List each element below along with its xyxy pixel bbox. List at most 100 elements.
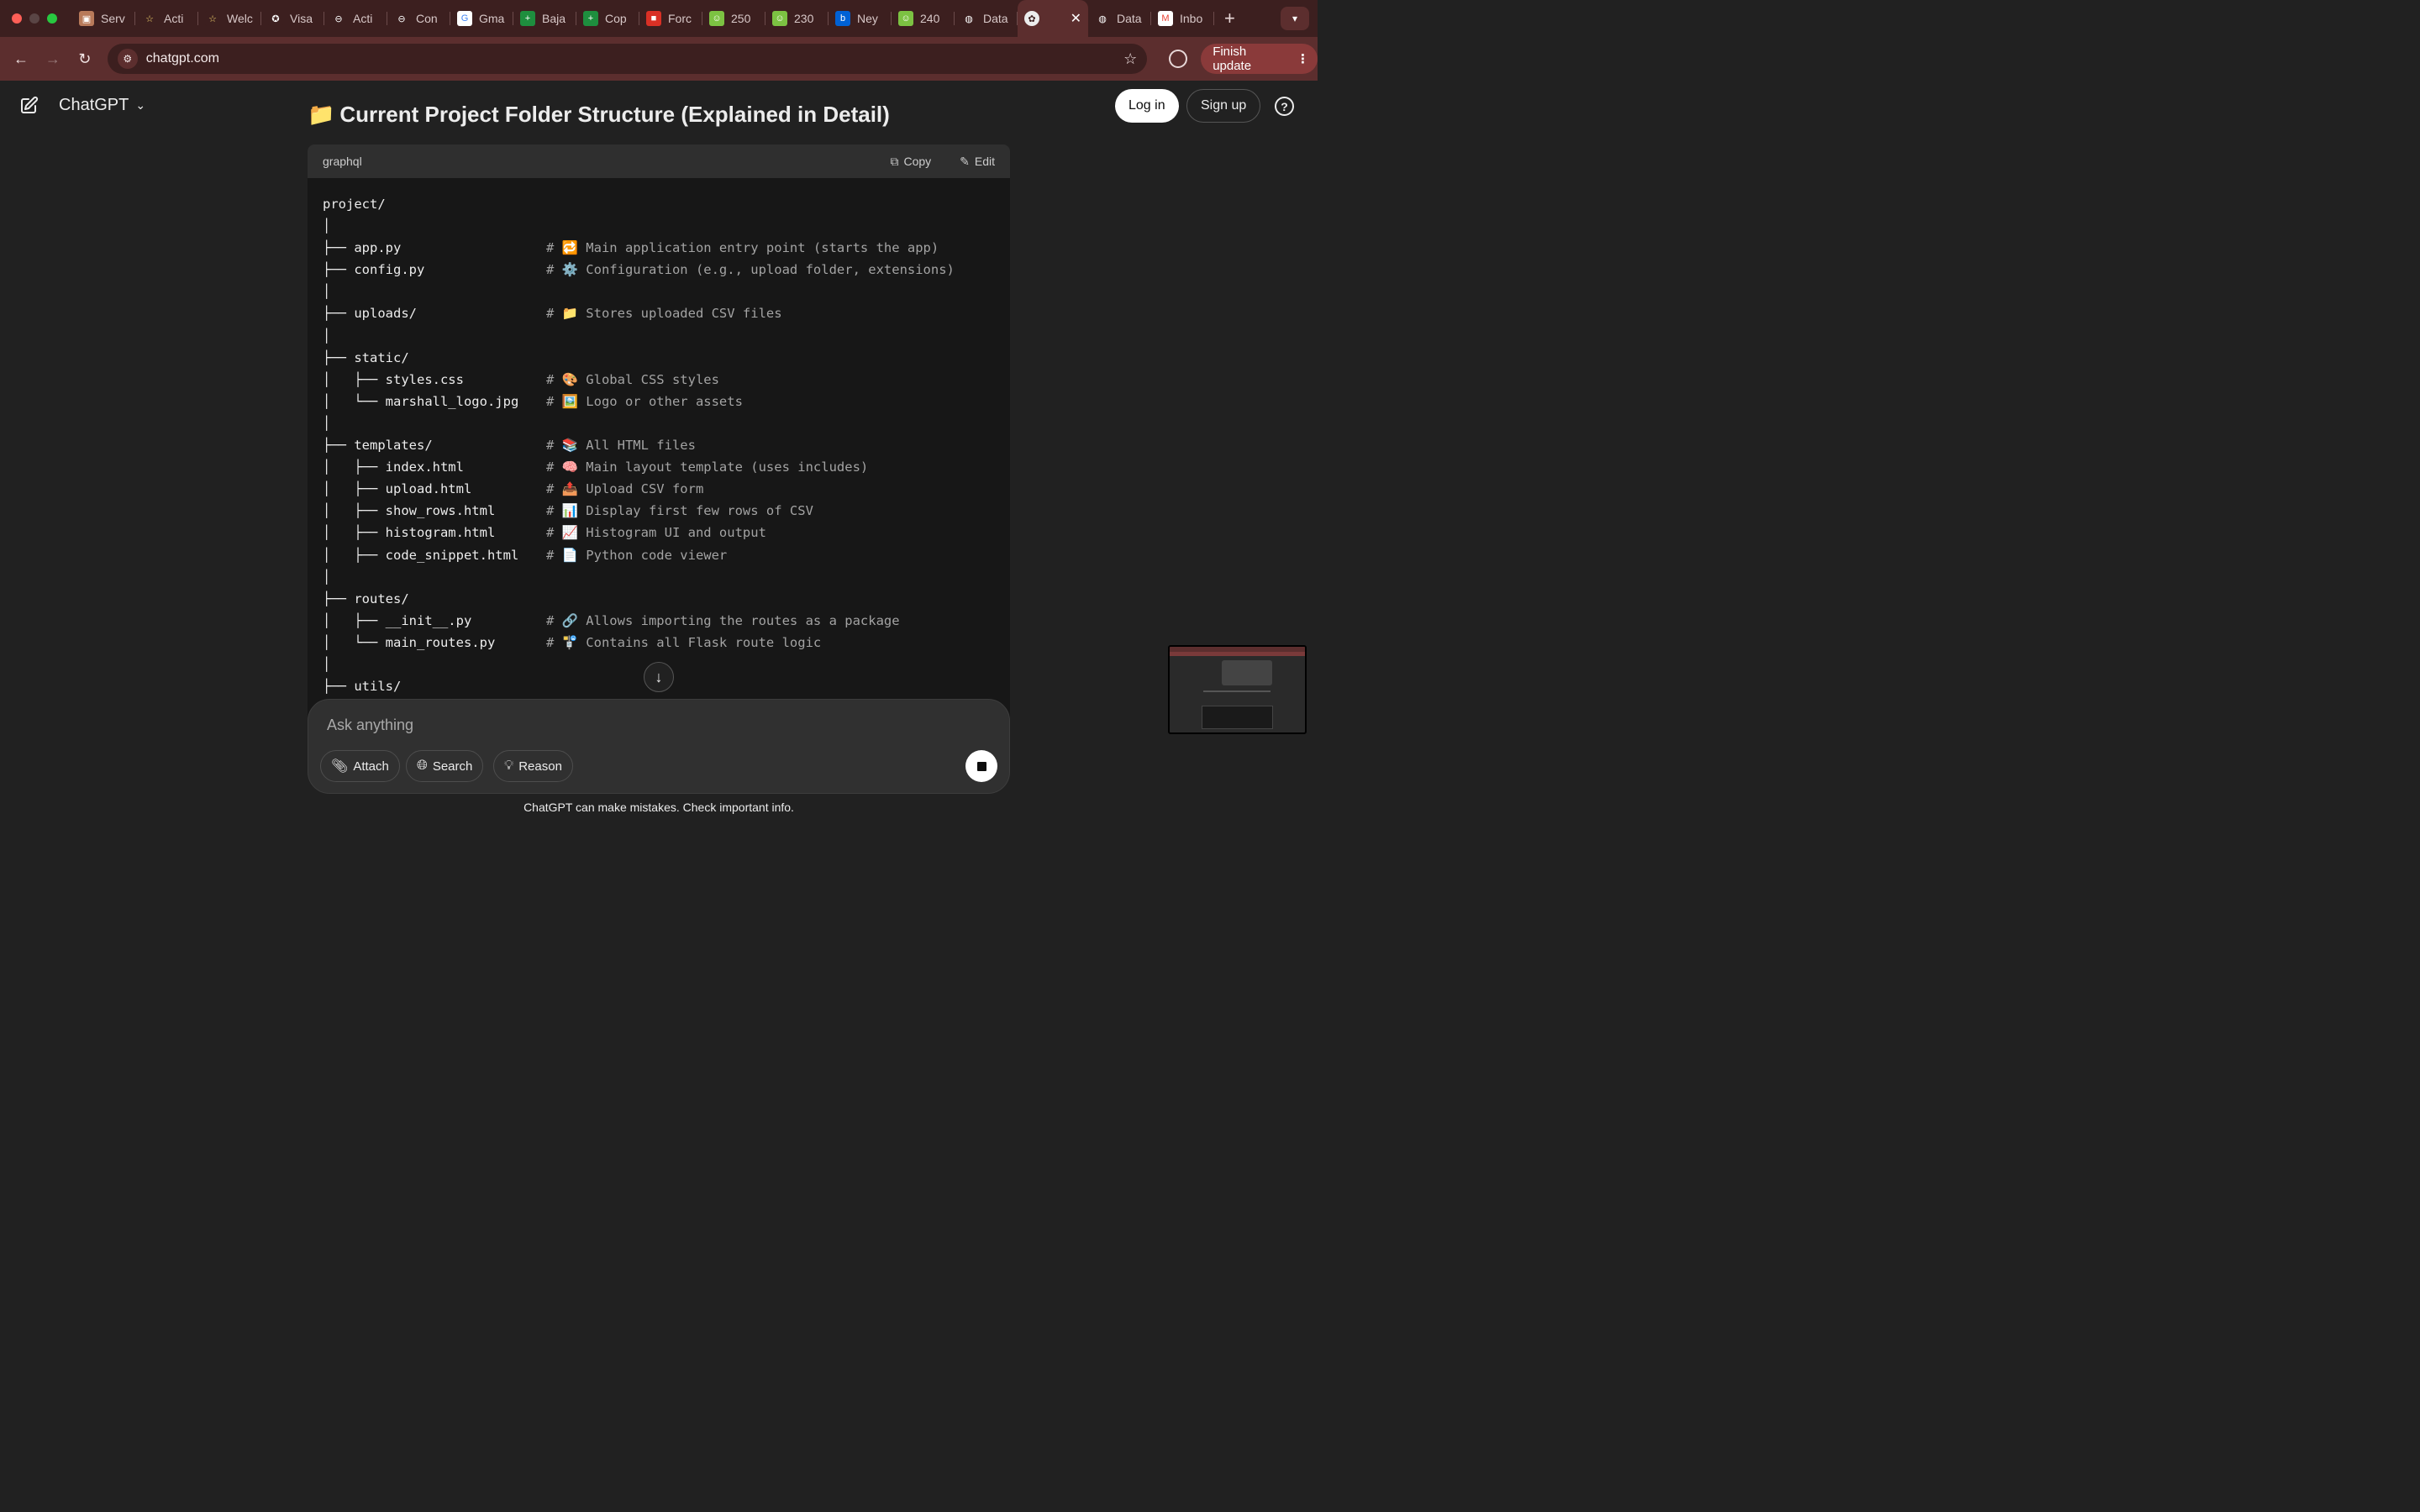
bookmark-star-icon[interactable]: ☆ [1123,50,1137,68]
maximize-window-button[interactable] [47,13,57,24]
address-bar[interactable]: ⚙ chatgpt.com ☆ [107,44,1148,74]
model-name: ChatGPT [59,96,129,114]
code-line: │ ├── index.html # 🧠 Main layout template… [323,456,995,478]
attach-label: Attach [353,759,389,774]
tab-list: ▣ Serv ☆ Acti ☆ Welc ✪ Visa ⊖ Acti ⊖ Con G Gma + Baja + C… [72,0,1281,37]
model-selector[interactable]: ChatGPT ⌄ [59,96,145,115]
browser-tab[interactable]: ☆ Acti [135,0,198,37]
copy-label: Copy [903,155,932,168]
tree-comment: # ⚙️ Configuration (e.g., upload folder,… [546,262,955,278]
tree-entry: │ ├── show_rows.html [323,503,496,519]
scroll-down-arrow-icon[interactable]: ↓ [644,662,674,692]
browser-tab[interactable]: ☺ 240 [892,0,955,37]
browser-tab[interactable]: ☆ Welc [198,0,261,37]
tab-search-chevron-icon[interactable]: ▾ [1281,7,1309,30]
browser-tab[interactable]: ☺ 250 [702,0,765,37]
code-language-label: graphql [323,155,362,168]
gmail-icon: M [1158,11,1173,26]
browser-tab-active[interactable]: ✿ ✕ [1018,0,1088,37]
tab-title: Welc [227,12,253,25]
tree-entry: │ [323,569,331,585]
tab-title: Data [1117,12,1142,25]
new-chat-icon[interactable] [18,96,39,116]
browser-tab[interactable]: M Inbo [1151,0,1214,37]
stop-icon [976,761,986,771]
tree-comment: # 🧠 Main layout template (uses includes) [546,459,869,475]
screen-preview-thumbnail[interactable] [1168,645,1307,734]
reload-icon[interactable]: ↻ [69,50,101,68]
tab-title: Ney [857,12,878,25]
forward-arrow-icon[interactable]: → [37,50,69,68]
browser-toolbar: ← → ↻ ⚙ chatgpt.com ☆ Finish update ⋮ [0,37,1318,81]
browser-tab[interactable]: b Ney [829,0,892,37]
code-line: │ [323,281,995,302]
browser-tab[interactable]: ☺ 230 [765,0,829,37]
star-icon: ☆ [142,11,157,26]
window-controls [0,13,72,24]
tab-title: Gma [479,12,505,25]
browser-tab[interactable]: ◍ Data [1088,0,1151,37]
browser-tab[interactable]: ⊖ Acti [324,0,387,37]
code-line: │ ├── code_snippet.html # 📄 Python code v… [323,544,995,566]
signup-button[interactable]: Sign up [1186,89,1261,123]
smiley-icon: ☺ [898,11,913,26]
disclaimer-text: ChatGPT can make mistakes. Check importa… [523,801,794,814]
minimize-window-button[interactable] [29,13,39,24]
finish-update-label: Finish update [1213,45,1252,73]
tree-entry: ├── static/ [323,349,409,365]
code-line: │ ├── upload.html # 📤 Upload CSV form [323,478,995,500]
site-settings-icon[interactable]: ⚙ [117,49,138,69]
tree-entry: │ ├── index.html [323,459,464,475]
search-button[interactable]: 🌐︎ Search [406,750,484,782]
url-text[interactable]: chatgpt.com [146,51,219,66]
browser-tab[interactable]: ▣ Serv [72,0,135,37]
finish-update-button[interactable]: Finish update ⋮ [1201,44,1318,74]
prompt-input[interactable]: Ask anything [327,717,413,734]
tree-entry: │ [323,415,331,431]
code-line: project/ [323,193,995,215]
copy-code-button[interactable]: ⧉ Copy [890,155,931,169]
code-block: graphql ⧉ Copy ✎ Edit project/ │ ├── app.p… [308,144,1010,724]
edit-code-button[interactable]: ✎ Edit [960,155,995,169]
browser-tab[interactable]: ✪ Visa [261,0,324,37]
stop-generating-button[interactable] [965,750,997,782]
thumbnail-message [1222,660,1272,685]
tree-entry: ├── uploads/ [323,306,417,322]
reason-button[interactable]: 💡︎ Reason [493,750,573,782]
close-window-button[interactable] [12,13,22,24]
tab-title: 240 [920,12,940,25]
tab-title: Baja [542,12,566,25]
edit-label: Edit [974,155,995,168]
code-line: │ └── marshall_logo.jpg # 🖼️ Logo or othe… [323,391,995,412]
attach-button[interactable]: 📎︎ Attach [320,750,400,782]
tree-entry: ├── utils/ [323,679,402,695]
profile-avatar-icon[interactable] [1169,50,1188,68]
tree-entry: │ ├── histogram.html [323,525,496,541]
code-line: ├── config.py # ⚙️ Configuration (e.g., u… [323,259,995,281]
reason-label: Reason [518,759,562,774]
tree-entry: │ └── main_routes.py [323,634,496,650]
code-line: │ ├── styles.css # 🎨 Global CSS styles [323,369,995,391]
browser-tab[interactable]: ◍ Data [955,0,1018,37]
code-block-header: graphql ⧉ Copy ✎ Edit [308,144,1010,178]
google-icon: G [457,11,472,26]
browser-tab[interactable]: + Cop [576,0,639,37]
tree-entry: │ └── marshall_logo.jpg [323,393,519,409]
section-heading: 📁 Current Project Folder Structure (Expl… [308,102,890,128]
close-tab-icon[interactable]: ✕ [1071,10,1081,27]
help-icon[interactable]: ? [1275,97,1294,116]
browser-tab[interactable]: + Baja [513,0,576,37]
browser-tab[interactable]: ■ Forc [639,0,702,37]
login-button[interactable]: Log in [1115,89,1179,123]
tab-title: Visa [290,12,313,25]
tree-entry: project/ [323,197,386,212]
browser-tab[interactable]: G Gma [450,0,513,37]
browser-tab[interactable]: ⊖ Con [387,0,450,37]
code-line: │ [323,412,995,434]
tab-title: Data [983,12,1008,25]
back-arrow-icon[interactable]: ← [5,50,37,68]
seal-icon: ✪ [268,11,283,26]
message-composer: Ask anything 📎︎ Attach 🌐︎ Search 💡︎ Reas… [308,699,1010,794]
tree-entry: │ ├── __init__.py [323,612,472,628]
new-tab-icon[interactable]: + [1214,8,1245,29]
